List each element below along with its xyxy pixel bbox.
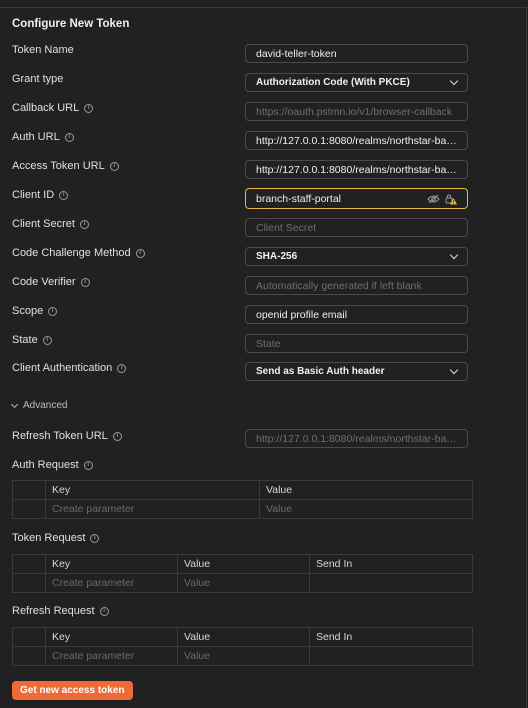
send-in-cell[interactable]: [309, 646, 473, 666]
table-row: Create parameter Value: [12, 499, 473, 519]
refresh-request-label: Refresh Request i: [12, 605, 109, 617]
callback-url-input[interactable]: https://oauth.pstmn.io/v1/browser-callba…: [245, 102, 468, 121]
grant-type-label: Grant type: [12, 73, 64, 85]
refresh-token-url-label: Refresh Token URL i: [12, 430, 122, 442]
value-cell[interactable]: Value: [259, 499, 473, 519]
column-header-value: Value: [177, 627, 310, 647]
client-secret-input[interactable]: Client Secret: [245, 218, 468, 237]
state-input[interactable]: State: [245, 334, 468, 353]
key-cell[interactable]: Create parameter: [45, 646, 178, 666]
chevron-down-icon: [10, 400, 19, 408]
table-header-row: Key Value Send In: [12, 627, 473, 647]
chevron-down-icon: [449, 250, 459, 260]
info-icon[interactable]: i: [99, 606, 109, 616]
chevron-down-icon: [449, 76, 459, 86]
auth-request-label: Auth Request i: [12, 459, 93, 471]
state-label: State i: [12, 334, 52, 346]
access-token-url-input[interactable]: http://127.0.0.1:8080/realms/northstar-b…: [245, 160, 468, 179]
info-icon[interactable]: i: [84, 103, 94, 113]
code-verifier-label: Code Verifier i: [12, 276, 90, 288]
info-icon[interactable]: i: [117, 363, 127, 373]
lock-warning-icon: [445, 194, 457, 204]
column-header-key: Key: [45, 627, 178, 647]
key-cell[interactable]: Create parameter: [45, 573, 178, 593]
access-token-url-label: Access Token URL i: [12, 160, 119, 172]
info-icon[interactable]: i: [83, 460, 93, 470]
grant-type-select[interactable]: Authorization Code (With PKCE): [245, 73, 468, 92]
callback-url-label: Callback URL i: [12, 102, 94, 114]
info-icon[interactable]: i: [80, 277, 90, 287]
column-header-value: Value: [259, 480, 473, 500]
page-title: Configure New Token: [12, 18, 130, 30]
send-in-cell[interactable]: [309, 573, 473, 593]
scope-input[interactable]: openid profile email: [245, 305, 468, 324]
info-icon[interactable]: i: [112, 431, 122, 441]
info-icon[interactable]: i: [48, 306, 58, 316]
advanced-toggle[interactable]: Advanced: [10, 400, 67, 411]
client-id-label: Client ID i: [12, 189, 69, 201]
table-header-row: Key Value: [12, 480, 473, 500]
table-row: Create parameter Value: [12, 573, 473, 593]
client-authentication-label: Client Authentication i: [12, 362, 127, 374]
info-icon[interactable]: i: [90, 533, 100, 543]
scope-label: Scope i: [12, 305, 58, 317]
auth-url-input[interactable]: http://127.0.0.1:8080/realms/northstar-b…: [245, 131, 468, 150]
info-icon[interactable]: i: [59, 190, 69, 200]
auth-url-label: Auth URL i: [12, 131, 74, 143]
token-name-label: Token Name: [12, 44, 74, 56]
refresh-request-table: Key Value Send In Create parameter Value: [12, 627, 473, 666]
key-cell[interactable]: Create parameter: [45, 499, 260, 519]
chevron-down-icon: [449, 365, 459, 375]
client-secret-label: Client Secret i: [12, 218, 89, 230]
eye-off-icon[interactable]: [427, 194, 440, 204]
info-icon[interactable]: i: [64, 132, 74, 142]
refresh-token-url-input[interactable]: http://127.0.0.1:8080/realms/northstar-b…: [245, 429, 468, 448]
column-header-value: Value: [177, 554, 310, 574]
get-new-access-token-button[interactable]: Get new access token: [12, 681, 133, 700]
info-icon[interactable]: i: [42, 335, 52, 345]
client-authentication-select[interactable]: Send as Basic Auth header: [245, 362, 468, 381]
column-header-key: Key: [45, 554, 178, 574]
client-id-input[interactable]: branch-staff-portal: [245, 188, 468, 209]
info-icon[interactable]: i: [79, 219, 89, 229]
token-request-label: Token Request i: [12, 532, 100, 544]
auth-request-table: Key Value Create parameter Value: [12, 480, 473, 519]
table-header-row: Key Value Send In: [12, 554, 473, 574]
column-header-key: Key: [45, 480, 260, 500]
token-request-table: Key Value Send In Create parameter Value: [12, 554, 473, 593]
info-icon[interactable]: i: [135, 248, 145, 258]
info-icon[interactable]: i: [109, 161, 119, 171]
code-challenge-method-label: Code Challenge Method i: [12, 247, 145, 259]
code-challenge-method-select[interactable]: SHA-256: [245, 247, 468, 266]
column-header-send-in: Send In: [309, 627, 473, 647]
value-cell[interactable]: Value: [177, 573, 310, 593]
code-verifier-input[interactable]: Automatically generated if left blank: [245, 276, 468, 295]
value-cell[interactable]: Value: [177, 646, 310, 666]
table-row: Create parameter Value: [12, 646, 473, 666]
token-name-input[interactable]: david-teller-token: [245, 44, 468, 63]
column-header-send-in: Send In: [309, 554, 473, 574]
